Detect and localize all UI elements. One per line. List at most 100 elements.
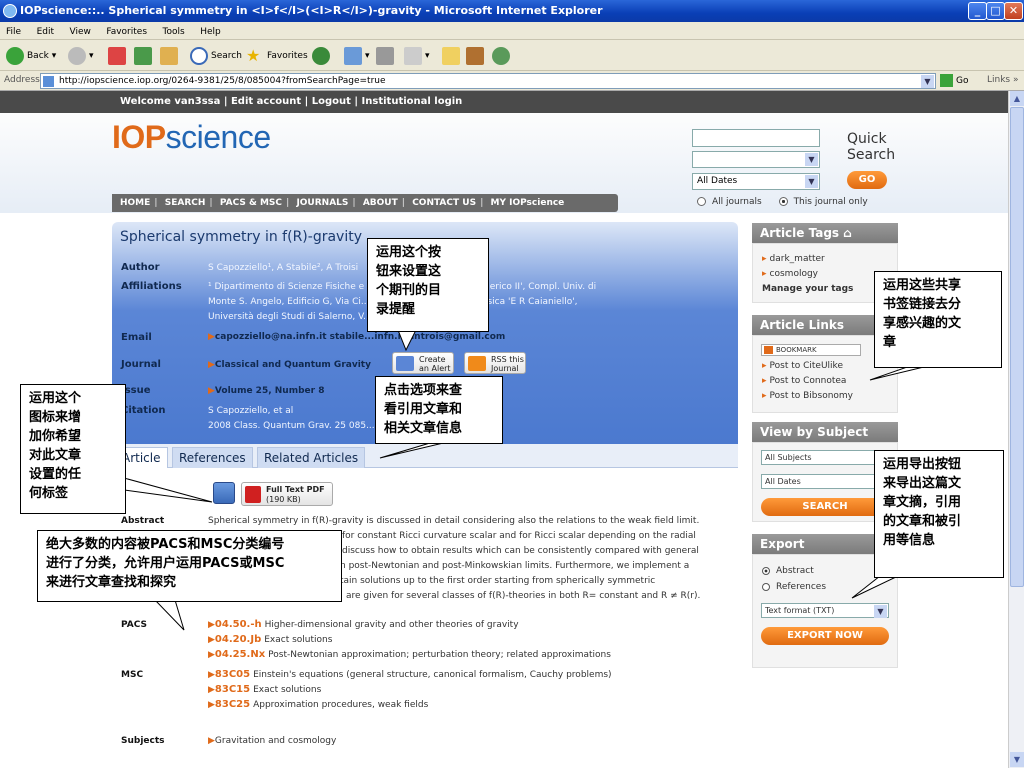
mail-button[interactable]: ▾	[344, 46, 370, 66]
account-bar[interactable]: Welcome van3ssa | Edit account | Logout …	[0, 91, 1008, 113]
home-button[interactable]	[160, 46, 181, 66]
radio-references[interactable]	[762, 582, 770, 591]
print-button[interactable]	[376, 46, 397, 66]
nav-about[interactable]: ABOUT	[363, 198, 398, 208]
author-value[interactable]: S Capozziello¹, A Stabile², A Troisi	[208, 263, 358, 273]
msc-item[interactable]: ▶83C25 Approximation procedures, weak fie…	[208, 699, 428, 710]
journal-label: Journal	[121, 359, 161, 370]
menu-help[interactable]: Help	[200, 27, 221, 37]
rss-icon	[468, 356, 486, 371]
links-button[interactable]: Links »	[987, 75, 1019, 85]
subject-item[interactable]: ▶Gravitation and cosmology	[208, 736, 336, 746]
rss-button[interactable]: RSS this Journal	[464, 352, 526, 374]
quick-search-journal-select[interactable]: ▼	[692, 151, 820, 168]
forward-arrow-icon	[68, 46, 86, 65]
scrollbar-thumb[interactable]	[1010, 107, 1024, 587]
export-references-option[interactable]: References	[762, 582, 826, 592]
affiliations-label: Affiliations	[121, 281, 182, 292]
pacs-item[interactable]: ▶04.20.Jb Exact solutions	[208, 634, 332, 645]
callout-bookmark: 运用这些共享 书签链接去分 享感兴趣的文 章	[874, 271, 1002, 368]
post-bibsonomy-link[interactable]: ▸ Post to Bibsonomy	[762, 391, 853, 401]
manage-tags-link[interactable]: Manage your tags	[762, 284, 853, 294]
subject-date-select[interactable]: All Dates▼	[761, 474, 889, 489]
abstract-line: discuss how to obtain results which can …	[342, 546, 699, 556]
article-tags-header: Article Tags ⌂	[752, 223, 898, 243]
edit-button[interactable]: ▾	[404, 46, 430, 66]
nav-my-iopscience[interactable]: MY IOPscience	[491, 198, 565, 208]
tab-references[interactable]: References	[172, 447, 253, 468]
minimize-button[interactable]: _	[968, 2, 987, 20]
refresh-icon	[134, 46, 152, 65]
search-button[interactable]: Search	[190, 46, 242, 66]
export-format-select[interactable]: Text format (TXT) ▼	[761, 603, 889, 618]
bookmark-icon	[764, 346, 773, 354]
stop-button[interactable]	[108, 46, 129, 66]
tag-link[interactable]: ▸ dark_matter	[762, 254, 825, 264]
quick-search-go-button[interactable]: GO	[847, 171, 887, 189]
post-connotea-link[interactable]: ▸ Post to Connotea	[762, 376, 846, 386]
history-icon	[312, 46, 330, 65]
pacs-item[interactable]: ▶04.50.-h Higher-dimensional gravity and …	[208, 619, 519, 630]
msc-item[interactable]: ▶83C05 Einstein's equations (general stru…	[208, 669, 612, 680]
abstract-line: are given for several classes of f(R)-th…	[346, 591, 701, 601]
subject-search-button[interactable]: SEARCH	[761, 498, 889, 516]
export-abstract-option[interactable]: Abstract	[762, 566, 814, 576]
messenger-button[interactable]	[492, 46, 513, 66]
bookmark-button[interactable]: BOOKMARK	[761, 344, 861, 356]
radio-this-journal[interactable]	[778, 197, 788, 206]
quick-search-title: Quick Search	[847, 131, 896, 163]
nav-contact[interactable]: CONTACT US	[412, 198, 476, 208]
menu-view[interactable]: View	[70, 27, 91, 37]
close-button[interactable]: ✕	[1004, 2, 1023, 20]
full-text-pdf-button[interactable]: Full Text PDF (190 KB)	[241, 482, 333, 506]
research-button[interactable]	[466, 46, 487, 66]
radio-abstract[interactable]	[762, 566, 770, 575]
scroll-down-icon[interactable]: ▼	[1010, 752, 1024, 767]
pacs-item[interactable]: ▶04.25.Nx Post-Newtonian approximation; p…	[208, 649, 611, 660]
url-input[interactable]: http://iopscience.iop.org/0264-9381/25/8…	[40, 73, 936, 89]
issue-value[interactable]: ▶Volume 25, Number 8	[208, 386, 324, 396]
favorites-button[interactable]: ★ Favorites	[246, 46, 308, 66]
address-dropdown-icon[interactable]: ▼	[921, 75, 934, 88]
quick-search-date-select[interactable]: All Dates ▼	[692, 173, 820, 190]
print-icon	[376, 46, 394, 65]
window-title: IOPscience::.. Spherical symmetry in <I>…	[20, 4, 603, 17]
post-citeulike-link[interactable]: ▸ Post to CiteUlike	[762, 361, 843, 371]
nav-home[interactable]: HOME	[120, 198, 150, 208]
tag-link[interactable]: ▸ cosmology	[762, 269, 818, 279]
nav-search[interactable]: SEARCH	[165, 198, 206, 208]
address-label: Address	[4, 75, 40, 85]
subjects-label: Subjects	[121, 736, 165, 746]
menu-edit[interactable]: Edit	[37, 27, 54, 37]
iopscience-logo[interactable]: IOPscience	[112, 119, 271, 156]
journal-value[interactable]: ▶Classical and Quantum Gravity	[208, 360, 371, 370]
menu-file[interactable]: File	[6, 27, 21, 37]
chevron-down-icon: ▼	[874, 605, 887, 618]
tag-icon: ⌂	[843, 226, 852, 240]
citation-line-1: S Capozziello, et al	[208, 406, 294, 416]
quick-search-input[interactable]	[692, 129, 820, 147]
radio-all-journals[interactable]	[697, 197, 706, 206]
abstract-line: Spherical symmetry in f(R)-gravity is di…	[208, 516, 700, 526]
discuss-button[interactable]	[442, 46, 463, 66]
email-value[interactable]: ▶capozziello@na.infn.it stabile...infn.i…	[208, 332, 505, 342]
history-button[interactable]	[312, 46, 333, 66]
create-alert-button[interactable]: Create an Alert	[392, 352, 454, 374]
export-now-button[interactable]: EXPORT NOW	[761, 627, 889, 645]
subject-select[interactable]: All Subjects▼	[761, 450, 889, 465]
msc-item[interactable]: ▶83C15 Exact solutions	[208, 684, 321, 695]
nav-pacs-msc[interactable]: PACS & MSC	[220, 198, 282, 208]
back-button[interactable]: Back ▾	[6, 46, 56, 66]
menu-favorites[interactable]: Favorites	[106, 27, 147, 37]
vertical-scrollbar[interactable]: ▲ ▼	[1008, 91, 1024, 768]
add-tag-icon[interactable]	[213, 482, 235, 504]
nav-journals[interactable]: JOURNALS	[296, 198, 348, 208]
forward-button[interactable]: ▾	[68, 46, 94, 66]
maximize-button[interactable]: □	[986, 2, 1005, 20]
go-button[interactable]: Go	[940, 74, 968, 87]
scroll-up-icon[interactable]: ▲	[1010, 91, 1024, 106]
refresh-button[interactable]	[134, 46, 155, 66]
tab-related-articles[interactable]: Related Articles	[257, 447, 366, 468]
menu-tools[interactable]: Tools	[163, 27, 185, 37]
abstract-label: Abstract	[121, 516, 165, 526]
